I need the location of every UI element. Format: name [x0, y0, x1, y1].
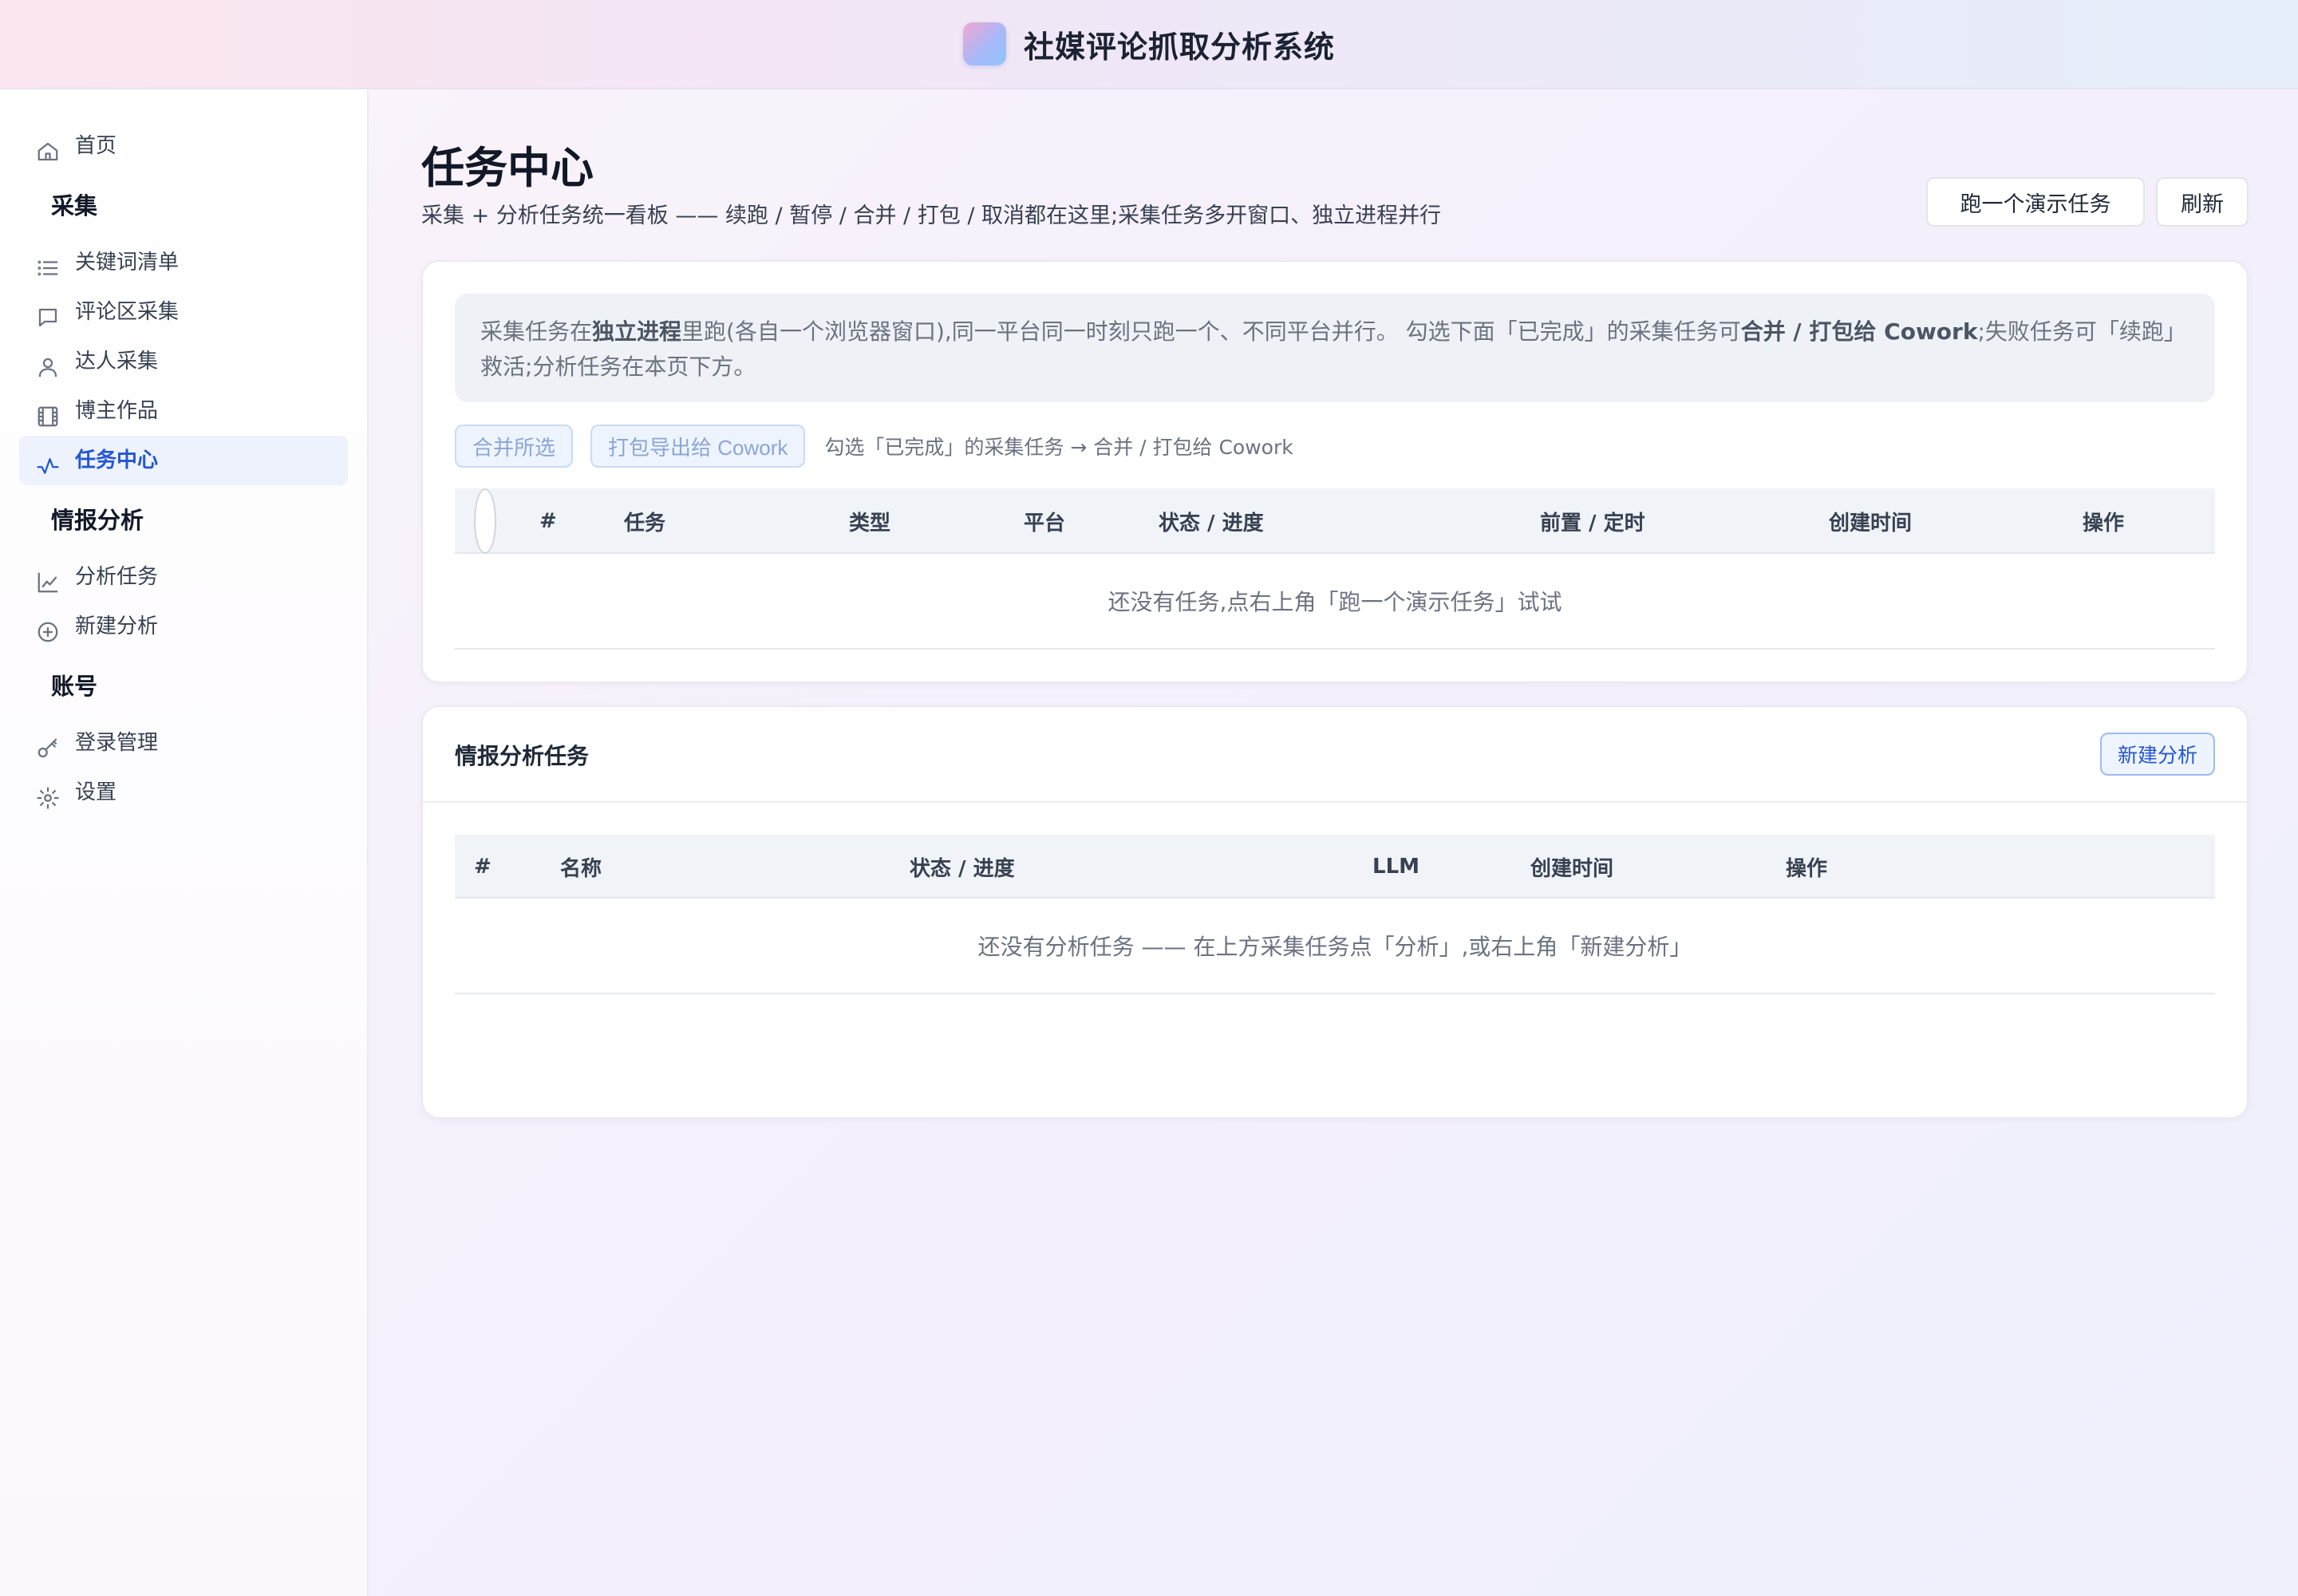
page-title: 任务中心	[421, 143, 594, 193]
home-icon	[35, 139, 61, 164]
column-header[interactable]: 操作	[2083, 488, 2124, 554]
column-header[interactable]: 状态 / 进度	[910, 835, 1015, 899]
column-header[interactable]: 创建时间	[1530, 835, 1613, 899]
notice-emphasis: 合并 / 打包给 Cowork	[1740, 318, 1978, 345]
sidebar-section-analysis: 情报分析	[51, 507, 144, 534]
page-subtitle: 采集 + 分析任务统一看板 —— 续跑 / 暂停 / 合并 / 打包 / 取消都…	[421, 203, 1442, 228]
column-header[interactable]: 任务	[624, 488, 665, 554]
sidebar-item-label: 评论区采集	[75, 299, 180, 324]
sidebar-item-label: 首页	[75, 133, 117, 158]
sidebar-item-keywords[interactable]: 关键词清单	[19, 238, 348, 287]
film-icon	[35, 404, 61, 429]
sidebar-item-label: 关键词清单	[75, 250, 180, 275]
merge-selected-button[interactable]: 合并所选	[455, 425, 574, 468]
notice-text: 里跑(各自一个浏览器窗口),同一平台同一时刻只跑一个、不同平台并行。 勾选下面「…	[681, 318, 1741, 345]
notice-emphasis: 独立进程	[592, 318, 682, 345]
column-header[interactable]: #	[474, 835, 492, 899]
export-cowork-button[interactable]: 打包导出给 Cowork	[590, 425, 806, 468]
card-header: 情报分析任务 新建分析	[423, 707, 2247, 803]
user-icon	[35, 354, 61, 380]
brand: 社媒评论抓取分析系统	[962, 22, 1335, 66]
refresh-button[interactable]: 刷新	[2156, 177, 2249, 227]
sidebar-item-label: 达人采集	[75, 349, 159, 373]
app-title: 社媒评论抓取分析系统	[1023, 29, 1335, 65]
message-icon	[35, 305, 61, 330]
new-analysis-button[interactable]: 新建分析	[2099, 733, 2215, 776]
sidebar-item-task-center[interactable]: 任务中心	[19, 436, 348, 485]
column-header[interactable]: #	[539, 488, 557, 554]
app-logo	[962, 22, 1006, 65]
sidebar-item-label: 新建分析	[75, 614, 159, 638]
line-chart-icon	[35, 570, 61, 595]
analysis-tasks-card: 情报分析任务 新建分析 # 名称 状态 / 进度 LLM 创建时间 操作 还没有…	[421, 705, 2249, 1119]
run-demo-task-button[interactable]: 跑一个演示任务	[1926, 177, 2145, 227]
key-icon	[35, 736, 61, 761]
sidebar-item-label: 设置	[75, 780, 117, 804]
column-header[interactable]: 创建时间	[1829, 488, 1912, 554]
column-header[interactable]: 名称	[560, 835, 602, 899]
sidebar-item-label: 登录管理	[75, 730, 159, 755]
column-header[interactable]: 操作	[1786, 835, 1827, 899]
sidebar-item-login-manage[interactable]: 登录管理	[19, 718, 348, 768]
sidebar-item-label: 博主作品	[75, 398, 159, 423]
empty-state: 还没有任务,点右上角「跑一个演示任务」试试	[455, 554, 2215, 650]
sidebar-item-comments[interactable]: 评论区采集	[19, 287, 348, 337]
select-all-checkbox[interactable]	[474, 488, 496, 554]
sidebar-item-analysis-tasks[interactable]: 分析任务	[19, 552, 348, 602]
gear-icon	[35, 785, 61, 811]
sidebar-section-account: 账号	[51, 673, 98, 700]
collect-tasks-card: 采集任务在独立进程里跑(各自一个浏览器窗口),同一平台同一时刻只跑一个、不同平台…	[421, 260, 2249, 683]
analysis-tasks-table: # 名称 状态 / 进度 LLM 创建时间 操作 还没有分析任务 —— 在上方采…	[455, 835, 2215, 994]
column-header[interactable]: 前置 / 定时	[1540, 488, 1645, 554]
notice-text: 采集任务在	[480, 318, 593, 345]
sidebar-section-collect: 采集	[51, 192, 98, 219]
empty-state: 还没有分析任务 —— 在上方采集任务点「分析」,或右上角「新建分析」	[455, 899, 2215, 994]
sidebar-item-home[interactable]: 首页	[19, 121, 348, 171]
plus-circle-icon	[35, 619, 61, 645]
table-header: # 任务 类型 平台 状态 / 进度 前置 / 定时 创建时间 操作	[455, 488, 2215, 554]
table-header: # 名称 状态 / 进度 LLM 创建时间 操作	[455, 835, 2215, 899]
column-header[interactable]: 平台	[1024, 488, 1065, 554]
top-header: 社媒评论抓取分析系统	[0, 0, 2298, 89]
sidebar-item-creator-works[interactable]: 博主作品	[19, 386, 348, 436]
column-header[interactable]: 类型	[849, 488, 890, 554]
sidebar-item-label: 分析任务	[75, 564, 159, 589]
card-title: 情报分析任务	[455, 743, 590, 769]
batch-actions: 合并所选 打包导出给 Cowork 勾选「已完成」的采集任务 → 合并 / 打包…	[455, 425, 1293, 468]
batch-hint: 勾选「已完成」的采集任务 → 合并 / 打包给 Cowork	[824, 436, 1293, 459]
activity-icon	[35, 453, 61, 479]
column-header[interactable]: LLM	[1372, 835, 1419, 899]
info-notice: 采集任务在独立进程里跑(各自一个浏览器窗口),同一平台同一时刻只跑一个、不同平台…	[455, 294, 2215, 402]
sidebar-item-influencers[interactable]: 达人采集	[19, 337, 348, 386]
column-header[interactable]: 状态 / 进度	[1159, 488, 1264, 554]
list-icon	[35, 255, 61, 281]
collect-tasks-table: # 任务 类型 平台 状态 / 进度 前置 / 定时 创建时间 操作 还没有任务…	[455, 488, 2215, 650]
sidebar-item-settings[interactable]: 设置	[19, 768, 348, 817]
sidebar-item-new-analysis[interactable]: 新建分析	[19, 602, 348, 651]
sidebar-item-label: 任务中心	[75, 448, 159, 472]
sidebar: 首页 采集 关键词清单 评论区采集 达人采集 博主作品 任务中心 情报分析 分析…	[0, 89, 369, 1596]
